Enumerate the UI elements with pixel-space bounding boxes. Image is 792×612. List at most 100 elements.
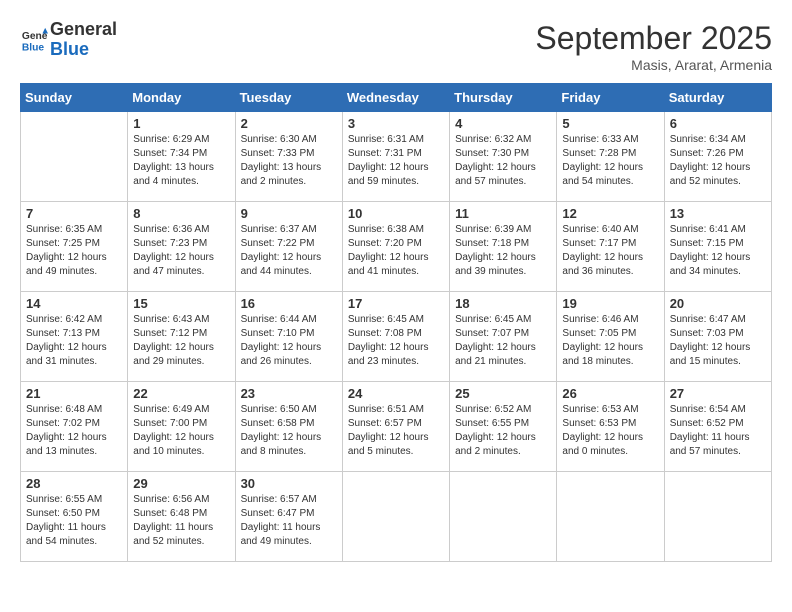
day-number: 7 xyxy=(26,206,122,221)
calendar-cell: 29Sunrise: 6:56 AMSunset: 6:48 PMDayligh… xyxy=(128,472,235,562)
logo-line1: General xyxy=(50,20,117,40)
calendar-cell: 20 Sunrise: 6:47 AMSunset: 7:03 PMDayligh… xyxy=(664,292,771,382)
day-number: 30 xyxy=(241,476,337,491)
day-number: 26 xyxy=(562,386,658,401)
day-number: 4 xyxy=(455,116,551,131)
day-info: Sunrise: 6:33 AMSunset: 7:28 PMDaylight:… xyxy=(562,133,658,189)
weekday-header-sunday: Sunday xyxy=(21,84,128,112)
day-info: Sunrise: 6:31 AMSunset: 7:31 PMDaylight:… xyxy=(348,133,444,189)
calendar-cell: 9 Sunrise: 6:37 AMSunset: 7:22 PMDaylight… xyxy=(235,202,342,292)
day-number: 1 xyxy=(133,116,229,131)
day-number: 22 xyxy=(133,386,229,401)
day-number: 10 xyxy=(348,206,444,221)
day-info: Sunrise: 6:35 AMSunset: 7:25 PMDaylight:… xyxy=(26,223,122,279)
day-info: Sunrise: 6:29 AMSunset: 7:34 PMDaylight:… xyxy=(133,133,229,189)
day-number: 12 xyxy=(562,206,658,221)
day-number: 14 xyxy=(26,296,122,311)
week-row-5: 28 Sunrise: 6:55 AMSunset: 6:50 PMDayligh… xyxy=(21,472,772,562)
day-number: 3 xyxy=(348,116,444,131)
logo: General Blue General Blue xyxy=(20,20,117,60)
day-info: Sunrise: 6:47 AMSunset: 7:03 PMDaylight:… xyxy=(670,313,766,369)
day-number: 25 xyxy=(455,386,551,401)
calendar-cell: 5 Sunrise: 6:33 AMSunset: 7:28 PMDaylight… xyxy=(557,112,664,202)
calendar-cell: 26 Sunrise: 6:53 AMSunset: 6:53 PMDayligh… xyxy=(557,382,664,472)
day-info: Sunrise: 6:37 AMSunset: 7:22 PMDaylight:… xyxy=(241,223,337,279)
calendar-table: SundayMondayTuesdayWednesdayThursdayFrid… xyxy=(20,83,772,562)
weekday-header-monday: Monday xyxy=(128,84,235,112)
calendar-cell: 16 Sunrise: 6:44 AMSunset: 7:10 PMDayligh… xyxy=(235,292,342,382)
day-info: Sunrise: 6:41 AMSunset: 7:15 PMDaylight:… xyxy=(670,223,766,279)
calendar-cell: 17 Sunrise: 6:45 AMSunset: 7:08 PMDayligh… xyxy=(342,292,449,382)
calendar-cell: 24Sunrise: 6:51 AMSunset: 6:57 PMDayligh… xyxy=(342,382,449,472)
day-info: Sunrise: 6:40 AMSunset: 7:17 PMDaylight:… xyxy=(562,223,658,279)
weekday-header-wednesday: Wednesday xyxy=(342,84,449,112)
day-info: Sunrise: 6:36 AMSunset: 7:23 PMDaylight:… xyxy=(133,223,229,279)
day-number: 11 xyxy=(455,206,551,221)
calendar-cell: 7 Sunrise: 6:35 AMSunset: 7:25 PMDaylight… xyxy=(21,202,128,292)
weekday-header-saturday: Saturday xyxy=(664,84,771,112)
day-info: Sunrise: 6:52 AMSunset: 6:55 PMDaylight:… xyxy=(455,403,551,459)
week-row-4: 21Sunrise: 6:48 AMSunset: 7:02 PMDayligh… xyxy=(21,382,772,472)
calendar-cell xyxy=(450,472,557,562)
month-title: September 2025 xyxy=(535,20,772,57)
calendar-cell: 27 Sunrise: 6:54 AMSunset: 6:52 PMDayligh… xyxy=(664,382,771,472)
day-info: Sunrise: 6:43 AMSunset: 7:12 PMDaylight:… xyxy=(133,313,229,369)
calendar-cell: 4 Sunrise: 6:32 AMSunset: 7:30 PMDaylight… xyxy=(450,112,557,202)
calendar-cell: 21Sunrise: 6:48 AMSunset: 7:02 PMDayligh… xyxy=(21,382,128,472)
day-number: 18 xyxy=(455,296,551,311)
calendar-cell: 18 Sunrise: 6:45 AMSunset: 7:07 PMDayligh… xyxy=(450,292,557,382)
day-number: 5 xyxy=(562,116,658,131)
day-info: Sunrise: 6:32 AMSunset: 7:30 PMDaylight:… xyxy=(455,133,551,189)
calendar-cell: 12 Sunrise: 6:40 AMSunset: 7:17 PMDayligh… xyxy=(557,202,664,292)
day-info: Sunrise: 6:53 AMSunset: 6:53 PMDaylight:… xyxy=(562,403,658,459)
title-block: September 2025 Masis, Ararat, Armenia xyxy=(535,20,772,73)
day-info: Sunrise: 6:50 AMSunset: 6:58 PMDaylight:… xyxy=(241,403,337,459)
calendar-cell: 2 Sunrise: 6:30 AMSunset: 7:33 PMDaylight… xyxy=(235,112,342,202)
calendar-cell: 11Sunrise: 6:39 AMSunset: 7:18 PMDayligh… xyxy=(450,202,557,292)
day-number: 27 xyxy=(670,386,766,401)
calendar-cell xyxy=(342,472,449,562)
day-info: Sunrise: 6:44 AMSunset: 7:10 PMDaylight:… xyxy=(241,313,337,369)
day-number: 20 xyxy=(670,296,766,311)
page-header: General Blue General Blue September 2025… xyxy=(20,20,772,73)
logo-line2: Blue xyxy=(50,40,117,60)
day-number: 23 xyxy=(241,386,337,401)
day-number: 2 xyxy=(241,116,337,131)
day-number: 9 xyxy=(241,206,337,221)
day-info: Sunrise: 6:30 AMSunset: 7:33 PMDaylight:… xyxy=(241,133,337,189)
weekday-header-thursday: Thursday xyxy=(450,84,557,112)
calendar-cell: 28 Sunrise: 6:55 AMSunset: 6:50 PMDayligh… xyxy=(21,472,128,562)
day-number: 17 xyxy=(348,296,444,311)
week-row-3: 14Sunrise: 6:42 AMSunset: 7:13 PMDayligh… xyxy=(21,292,772,382)
day-number: 8 xyxy=(133,206,229,221)
calendar-cell: 8 Sunrise: 6:36 AMSunset: 7:23 PMDaylight… xyxy=(128,202,235,292)
calendar-cell: 25 Sunrise: 6:52 AMSunset: 6:55 PMDayligh… xyxy=(450,382,557,472)
calendar-cell: 10Sunrise: 6:38 AMSunset: 7:20 PMDayligh… xyxy=(342,202,449,292)
weekday-header-tuesday: Tuesday xyxy=(235,84,342,112)
calendar-cell: 1 Sunrise: 6:29 AMSunset: 7:34 PMDaylight… xyxy=(128,112,235,202)
day-number: 28 xyxy=(26,476,122,491)
day-number: 15 xyxy=(133,296,229,311)
calendar-cell xyxy=(664,472,771,562)
day-number: 24 xyxy=(348,386,444,401)
week-row-1: 1 Sunrise: 6:29 AMSunset: 7:34 PMDaylight… xyxy=(21,112,772,202)
day-number: 16 xyxy=(241,296,337,311)
svg-text:Blue: Blue xyxy=(22,42,45,53)
day-info: Sunrise: 6:45 AMSunset: 7:08 PMDaylight:… xyxy=(348,313,444,369)
week-row-2: 7 Sunrise: 6:35 AMSunset: 7:25 PMDaylight… xyxy=(21,202,772,292)
calendar-cell: 30Sunrise: 6:57 AMSunset: 6:47 PMDayligh… xyxy=(235,472,342,562)
day-info: Sunrise: 6:55 AMSunset: 6:50 PMDaylight:… xyxy=(26,493,122,549)
day-info: Sunrise: 6:54 AMSunset: 6:52 PMDaylight:… xyxy=(670,403,766,459)
day-number: 19 xyxy=(562,296,658,311)
day-info: Sunrise: 6:45 AMSunset: 7:07 PMDaylight:… xyxy=(455,313,551,369)
calendar-cell: 15 Sunrise: 6:43 AMSunset: 7:12 PMDayligh… xyxy=(128,292,235,382)
weekday-header-row: SundayMondayTuesdayWednesdayThursdayFrid… xyxy=(21,84,772,112)
calendar-cell xyxy=(557,472,664,562)
calendar-cell: 23 Sunrise: 6:50 AMSunset: 6:58 PMDayligh… xyxy=(235,382,342,472)
day-info: Sunrise: 6:56 AMSunset: 6:48 PMDaylight:… xyxy=(133,493,229,549)
calendar-cell: 6Sunrise: 6:34 AMSunset: 7:26 PMDaylight… xyxy=(664,112,771,202)
day-number: 6 xyxy=(670,116,766,131)
calendar-cell: 19 Sunrise: 6:46 AMSunset: 7:05 PMDayligh… xyxy=(557,292,664,382)
day-info: Sunrise: 6:46 AMSunset: 7:05 PMDaylight:… xyxy=(562,313,658,369)
calendar-cell: 13Sunrise: 6:41 AMSunset: 7:15 PMDayligh… xyxy=(664,202,771,292)
